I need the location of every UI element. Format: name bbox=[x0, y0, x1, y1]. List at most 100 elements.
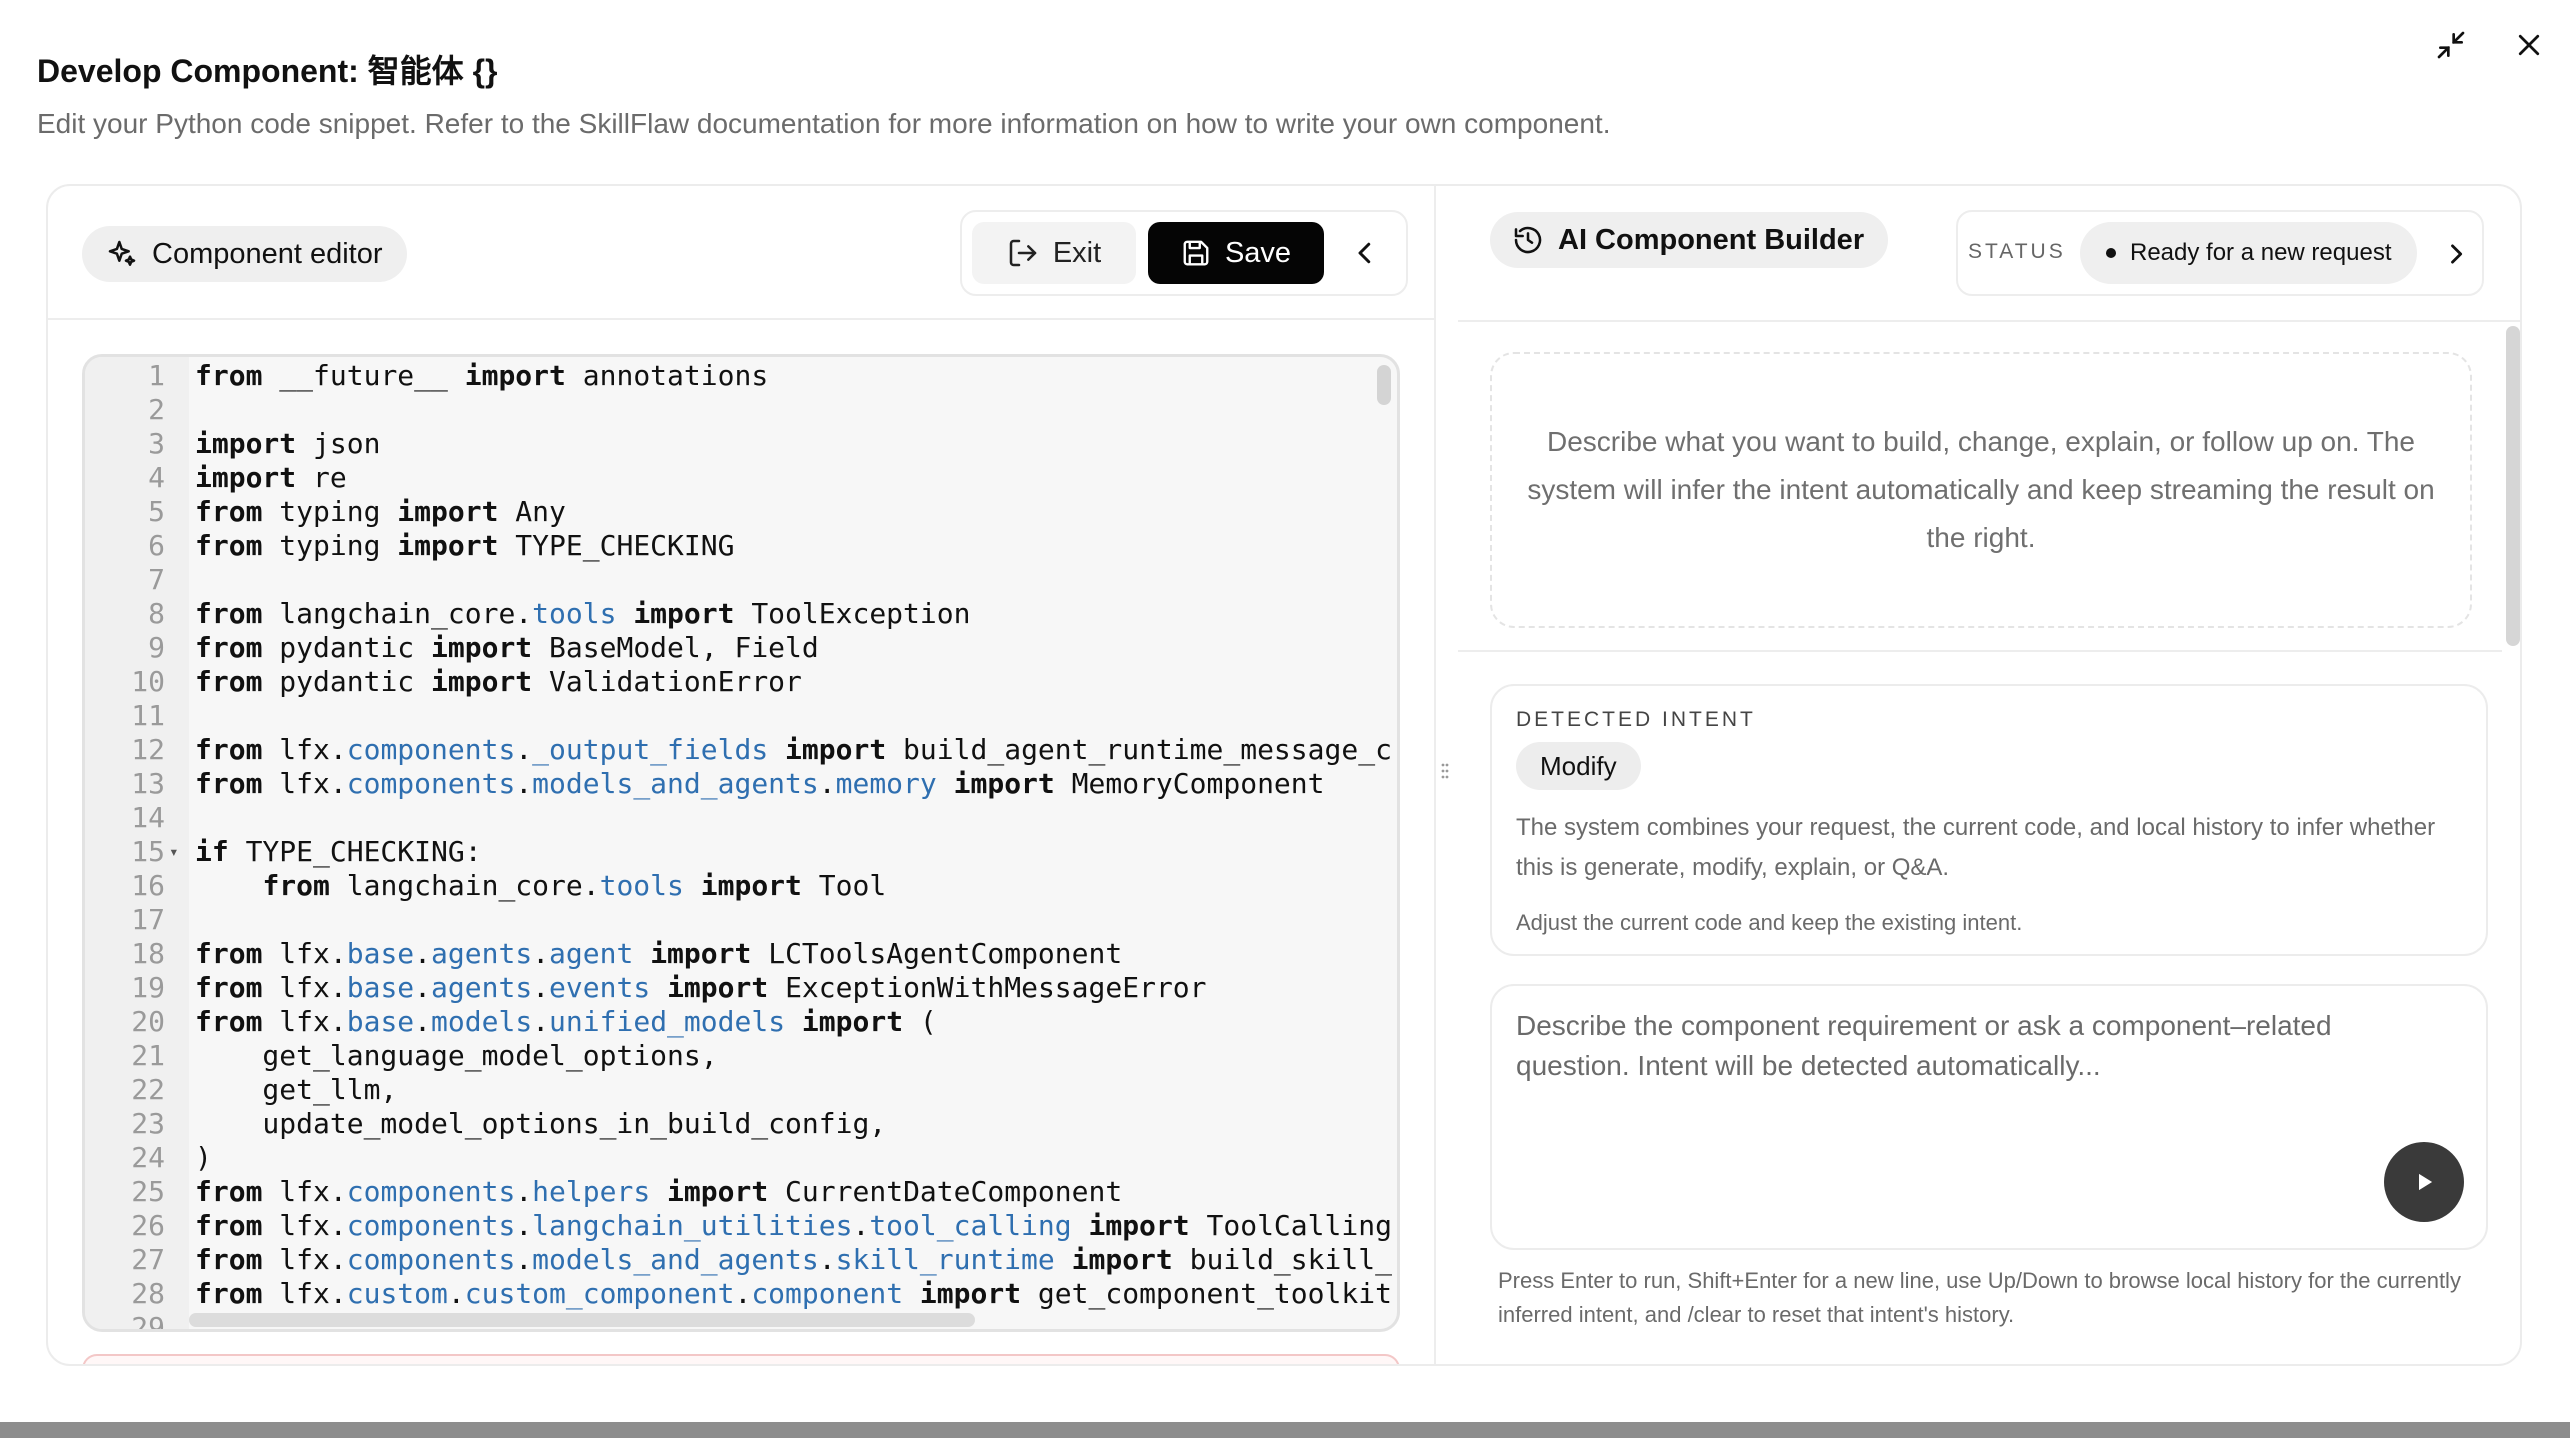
code-line[interactable]: 24) bbox=[85, 1141, 1385, 1175]
code-line[interactable]: 2 bbox=[85, 393, 1385, 427]
editor-panel: Component editor Exit Save 1 from __futu… bbox=[48, 186, 1434, 1364]
code-horizontal-scrollbar[interactable] bbox=[189, 1313, 975, 1327]
save-label: Save bbox=[1224, 236, 1292, 269]
code-module: agents bbox=[431, 937, 533, 970]
code-token: BaseModel, Field bbox=[532, 631, 819, 664]
builder-section-divider bbox=[1458, 650, 2502, 652]
code-keyword: import bbox=[397, 495, 499, 528]
resize-handle[interactable] bbox=[1434, 756, 1456, 786]
code-text: from lfx.components.langchain_utilities.… bbox=[195, 1209, 1392, 1243]
code-text: from typing import Any bbox=[195, 495, 566, 529]
code-editor[interactable]: 1 from __future__ import annotations 2 3 imp… bbox=[82, 354, 1400, 1332]
code-line[interactable]: 21 get_language_model_options, bbox=[85, 1039, 1385, 1073]
code-text: from pydantic import ValidationError bbox=[195, 665, 802, 699]
code-line[interactable]: 6 from typing import TYPE_CHECKING bbox=[85, 529, 1385, 563]
save-button[interactable]: Save bbox=[1148, 222, 1324, 284]
code-line[interactable]: 12 from lfx.components._output_fields imp… bbox=[85, 733, 1392, 767]
code-keyword: import bbox=[667, 971, 769, 1004]
code-token: . bbox=[447, 1277, 465, 1310]
code-line[interactable]: 23 update_model_options_in_build_config, bbox=[85, 1107, 1385, 1141]
code-content[interactable]: 1 from __future__ import annotations 2 3 imp… bbox=[85, 359, 1392, 1329]
code-line[interactable]: 8 from langchain_core.tools import ToolEx… bbox=[85, 597, 1385, 631]
close-button[interactable] bbox=[2506, 22, 2552, 68]
code-line[interactable]: 11 bbox=[85, 699, 1385, 733]
line-number: 2 bbox=[148, 393, 165, 426]
code-token: annotations bbox=[565, 359, 769, 392]
code-line[interactable]: 13 from lfx.components.models_and_agents.… bbox=[85, 767, 1385, 801]
code-line[interactable]: 1 from __future__ import annotations bbox=[85, 359, 1385, 393]
code-line[interactable]: 7 bbox=[85, 563, 1385, 597]
code-line[interactable]: 28 from lfx.custom.custom_component.compo… bbox=[85, 1277, 1392, 1311]
code-token: json bbox=[296, 427, 381, 460]
code-token: lfx. bbox=[262, 1243, 347, 1276]
code-line[interactable]: 27 from lfx.components.models_and_agents.… bbox=[85, 1243, 1392, 1277]
status-next-button[interactable] bbox=[2428, 224, 2484, 284]
code-module: components bbox=[346, 1209, 516, 1242]
code-text: from lfx.components.helpers import Curre… bbox=[195, 1175, 1122, 1209]
close-icon bbox=[2518, 34, 2540, 56]
minimize-button[interactable] bbox=[2428, 22, 2474, 68]
prompt-hint: Describe what you want to build, change,… bbox=[1490, 352, 2472, 628]
code-token: . bbox=[414, 937, 432, 970]
code-token: typing bbox=[262, 529, 398, 562]
builder-scrollbar[interactable] bbox=[2506, 326, 2520, 646]
intent-badge[interactable]: Modify bbox=[1516, 742, 1641, 790]
code-keyword: from bbox=[195, 359, 263, 392]
code-line[interactable]: 17 bbox=[85, 903, 1385, 937]
code-line[interactable]: 4 import re bbox=[85, 461, 1385, 495]
code-text: from lfx.components.models_and_agents.sk… bbox=[195, 1243, 1392, 1277]
code-text: from lfx.custom.custom_component.compone… bbox=[195, 1277, 1392, 1311]
code-keyword: import bbox=[650, 937, 752, 970]
code-line[interactable]: 3 import json bbox=[85, 427, 1385, 461]
code-vertical-scrollbar[interactable] bbox=[1377, 365, 1391, 405]
line-number: 10 bbox=[131, 665, 165, 698]
code-module: unified_models bbox=[549, 1005, 786, 1038]
status-value: Ready for a new request bbox=[2130, 239, 2392, 266]
chevron-right-icon bbox=[2451, 244, 2463, 264]
code-line[interactable]: 22 get_llm, bbox=[85, 1073, 1385, 1107]
code-line[interactable]: 16 from langchain_core.tools import Tool bbox=[85, 869, 1385, 903]
component-editor-pill[interactable]: Component editor bbox=[82, 226, 407, 282]
help-text: Press Enter to run, Shift+Enter for a ne… bbox=[1498, 1268, 2461, 1327]
code-token: . bbox=[515, 1243, 533, 1276]
code-keyword: from bbox=[195, 529, 263, 562]
line-number: 27 bbox=[131, 1243, 165, 1276]
code-line[interactable]: 18 from lfx.base.agents.agent import LCTo… bbox=[85, 937, 1385, 971]
ai-component-builder-pill[interactable]: AI Component Builder bbox=[1490, 212, 1889, 268]
code-keyword: from bbox=[195, 767, 263, 800]
code-token: lfx. bbox=[262, 971, 347, 1004]
code-line[interactable]: 26 from lfx.components.langchain_utilitie… bbox=[85, 1209, 1392, 1243]
code-token: CurrentDateComponent bbox=[768, 1175, 1123, 1208]
log-out-icon bbox=[1009, 239, 1037, 267]
exit-button[interactable]: Exit bbox=[972, 222, 1136, 284]
status-dot-icon bbox=[2106, 248, 2116, 258]
code-module: helpers bbox=[532, 1175, 651, 1208]
code-line[interactable]: 10 from pydantic import ValidationError bbox=[85, 665, 1385, 699]
chevron-left-icon bbox=[1358, 242, 1371, 264]
code-line[interactable]: 15 ▾ if TYPE_CHECKING: bbox=[85, 835, 1385, 869]
code-line[interactable]: 25 from lfx.components.helpers import Cur… bbox=[85, 1175, 1385, 1209]
code-text: import json bbox=[195, 427, 380, 461]
code-line[interactable]: 5 from typing import Any bbox=[85, 495, 1385, 529]
code-line[interactable]: 20 from lfx.base.models.unified_models im… bbox=[85, 1005, 1385, 1039]
code-token: lfx. bbox=[262, 1175, 347, 1208]
status-bar: STATUS Ready for a new request bbox=[1956, 210, 2484, 296]
fold-toggle-icon[interactable]: ▾ bbox=[169, 835, 179, 869]
code-text: from typing import TYPE_CHECKING bbox=[195, 529, 734, 563]
code-module: events bbox=[549, 971, 651, 1004]
run-button[interactable] bbox=[2384, 1142, 2464, 1222]
collapse-panel-button[interactable] bbox=[1334, 222, 1396, 284]
line-number: 16 bbox=[131, 869, 165, 902]
code-keyword: import bbox=[1088, 1209, 1190, 1242]
code-line[interactable]: 19 from lfx.base.agents.events import Exc… bbox=[85, 971, 1385, 1005]
request-input[interactable] bbox=[1516, 1006, 2336, 1186]
code-token: lfx. bbox=[262, 1277, 347, 1310]
component-editor-label: Component editor bbox=[152, 237, 383, 270]
code-line[interactable]: 9 from pydantic import BaseModel, Field bbox=[85, 631, 1385, 665]
code-token: ( bbox=[903, 1005, 937, 1038]
line-number: 24 bbox=[131, 1141, 165, 1174]
code-line[interactable]: 14 bbox=[85, 801, 1385, 835]
